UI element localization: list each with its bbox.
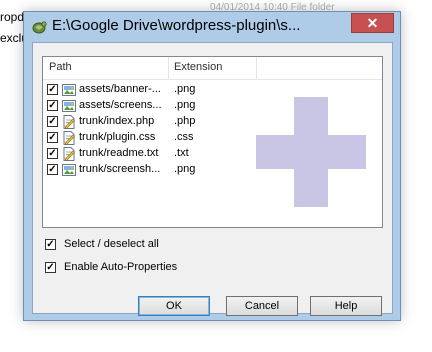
row-path: trunk/readme.txt (79, 147, 159, 159)
auto-properties-label[interactable]: Enable Auto-Properties (64, 261, 177, 273)
row-extension: .css (174, 131, 194, 143)
close-button[interactable]: ✕ (351, 13, 394, 33)
add-files-dialog: E:\Google Drive\wordpress-plugin\s... ✕ … (23, 11, 401, 321)
row-path: trunk/plugin.css (79, 131, 156, 143)
image-file-icon (62, 164, 76, 176)
column-header-path[interactable]: Path (49, 61, 72, 73)
text-file-icon (63, 147, 75, 161)
row-checkbox[interactable]: ✓ (47, 84, 58, 95)
column-separator[interactable] (256, 57, 257, 79)
dialog-title: E:\Google Drive\wordpress-plugin\s... (52, 17, 301, 34)
title-bar[interactable]: E:\Google Drive\wordpress-plugin\s... ✕ (24, 12, 400, 42)
row-extension: .png (174, 99, 196, 111)
row-checkbox[interactable]: ✓ (47, 164, 58, 175)
row-path: trunk/screensh... (79, 163, 161, 175)
ok-button[interactable]: OK (138, 296, 210, 316)
row-extension: .php (174, 115, 196, 127)
select-all-checkbox[interactable]: ✓ (45, 239, 56, 250)
row-checkbox[interactable]: ✓ (47, 132, 58, 143)
list-item[interactable]: ✓ trunk/index.php .php (43, 114, 382, 130)
row-path: assets/banner-... (79, 83, 161, 95)
row-extension: .png (174, 83, 196, 95)
close-icon: ✕ (366, 14, 379, 31)
file-list[interactable]: Path Extension ✓ assets/banner-... .png (42, 56, 383, 228)
row-path: trunk/index.php (79, 115, 155, 127)
row-checkbox[interactable]: ✓ (47, 116, 58, 127)
image-file-icon (62, 100, 76, 112)
column-header-extension[interactable]: Extension (174, 61, 222, 73)
list-item[interactable]: ✓ assets/screens... .png (43, 98, 382, 114)
row-extension: .png (174, 163, 196, 175)
row-checkbox[interactable]: ✓ (47, 148, 58, 159)
list-item[interactable]: ✓ assets/banner-... .png (43, 82, 382, 98)
list-item[interactable]: ✓ trunk/readme.txt .txt (43, 146, 382, 162)
cancel-button[interactable]: Cancel (226, 296, 298, 316)
list-header: Path Extension (43, 57, 382, 80)
tortoisesvn-icon (32, 21, 47, 34)
list-item[interactable]: ✓ trunk/screensh... .png (43, 162, 382, 178)
help-button[interactable]: Help (310, 296, 382, 316)
text-file-icon (63, 131, 75, 145)
list-item[interactable]: ✓ trunk/plugin.css .css (43, 130, 382, 146)
auto-properties-checkbox[interactable]: ✓ (45, 262, 56, 273)
background-text-1: ropd (0, 10, 25, 24)
row-checkbox[interactable]: ✓ (47, 100, 58, 111)
image-file-icon (62, 84, 76, 96)
row-extension: .txt (174, 147, 189, 159)
select-all-label[interactable]: Select / deselect all (64, 238, 159, 250)
column-separator[interactable] (168, 57, 169, 79)
row-path: assets/screens... (79, 99, 162, 111)
text-file-icon (63, 115, 75, 129)
dialog-client-area: Path Extension ✓ assets/banner-... .png (32, 42, 393, 316)
